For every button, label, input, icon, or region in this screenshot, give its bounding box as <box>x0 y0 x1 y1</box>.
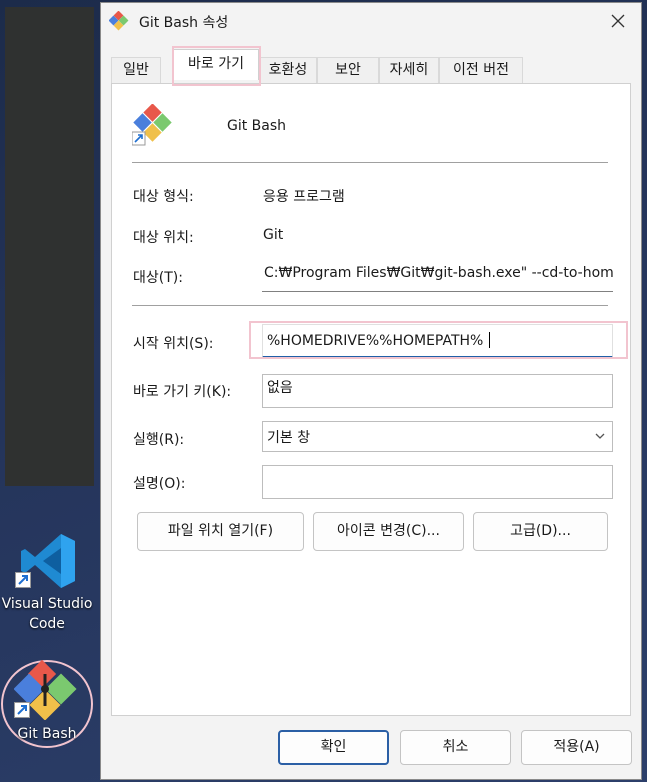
run-label: 실행(R): <box>133 432 185 448</box>
open-file-location-button[interactable]: 파일 위치 열기(F) <box>137 512 304 551</box>
desktop-window-fragment <box>5 7 94 486</box>
run-select-value: 기본 창 <box>267 430 311 446</box>
tab-details[interactable]: 자세히 <box>379 57 439 83</box>
properties-dialog: Git Bash 속성 일반 바로 가기 호환성 보안 자세히 이전 버전 Gi… <box>100 2 642 780</box>
title-bar[interactable]: Git Bash 속성 <box>101 3 641 39</box>
target-input[interactable]: C:₩Program Files₩Git₩git-bash.exe" --cd-… <box>262 258 613 292</box>
shortcut-arrow-icon <box>14 702 30 718</box>
shortcut-key-text: 없음 <box>267 380 293 396</box>
tab-highlight-box <box>172 46 261 86</box>
shortcut-arrow-icon <box>15 572 31 588</box>
close-icon <box>611 14 625 28</box>
apply-button[interactable]: 적용(A) <box>521 730 632 765</box>
comment-input[interactable] <box>262 465 613 499</box>
ok-button[interactable]: 확인 <box>278 730 389 765</box>
desktop-icon-vscode[interactable]: Visual Studio Code <box>0 528 94 638</box>
change-icon-button[interactable]: 아이콘 변경(C)... <box>313 512 464 551</box>
start-in-highlight-box <box>249 321 628 359</box>
start-in-label: 시작 위치(S): <box>133 336 214 352</box>
vscode-label-line1: Visual Studio <box>1 596 93 612</box>
tab-general[interactable]: 일반 <box>111 57 161 83</box>
shortcut-key-label: 바로 가기 키(K): <box>133 384 232 400</box>
tab-compatibility[interactable]: 호환성 <box>259 57 317 83</box>
git-bash-icon <box>108 10 129 35</box>
app-name: Git Bash <box>227 118 287 134</box>
target-type-label: 대상 형식: <box>133 189 194 205</box>
cancel-button[interactable]: 취소 <box>400 730 511 765</box>
gitbash-label: Git Bash <box>17 726 77 742</box>
target-location-label: 대상 위치: <box>133 230 194 246</box>
target-type-value: 응용 프로그램 <box>263 189 345 205</box>
divider <box>132 162 608 163</box>
divider <box>132 305 608 306</box>
desktop-icon-gitbash[interactable]: Git Bash <box>0 658 94 748</box>
dialog-title: Git Bash 속성 <box>139 15 229 31</box>
close-button[interactable] <box>601 5 635 39</box>
tab-previous-versions[interactable]: 이전 버전 <box>439 57 523 83</box>
target-location-value: Git <box>263 227 284 243</box>
advanced-button[interactable]: 고급(D)... <box>473 512 608 551</box>
chevron-down-icon <box>594 430 606 446</box>
target-label: 대상(T): <box>133 270 183 286</box>
run-select[interactable]: 기본 창 <box>262 421 613 452</box>
shortcut-key-input[interactable]: 없음 <box>262 374 613 408</box>
git-bash-icon <box>131 103 174 150</box>
tab-security[interactable]: 보안 <box>317 57 379 83</box>
target-input-text: C:₩Program Files₩Git₩git-bash.exe" --cd-… <box>264 265 613 281</box>
vscode-label-line2: Code <box>29 616 65 632</box>
comment-label: 설명(O): <box>133 476 186 492</box>
shortcut-panel: Git Bash 대상 형식: 응용 프로그램 대상 위치: Git 대상(T)… <box>111 83 631 716</box>
